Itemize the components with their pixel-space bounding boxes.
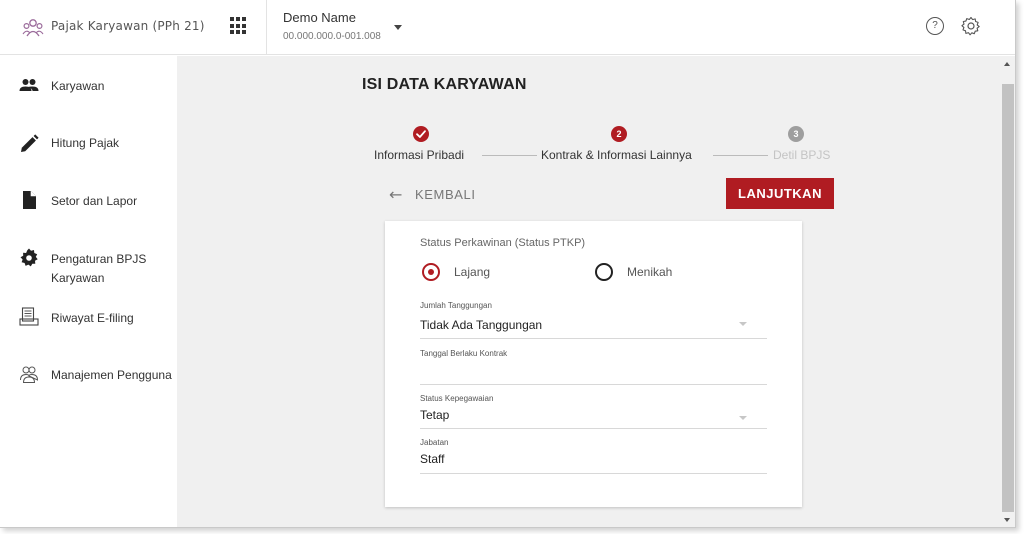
radio-label: Lajang (454, 265, 491, 279)
field-label: Tanggal Berlaku Kontrak (420, 349, 508, 358)
step-1-label[interactable]: Informasi Pribadi (374, 148, 464, 162)
jumlah-tanggungan-select[interactable]: Jumlah Tanggungan Tidak Ada Tanggungan (420, 301, 767, 339)
users-icon (20, 366, 39, 383)
step-connector (713, 155, 768, 156)
field-label: Jabatan (420, 438, 449, 447)
radio-menikah[interactable]: Menikah (595, 262, 715, 282)
status-kepegawaian-select[interactable]: Status Kepegawaian Tetap (420, 394, 767, 429)
sidebar-item-riwayat-efiling[interactable]: Riwayat E-filing (0, 306, 177, 346)
scroll-thumb[interactable] (1002, 84, 1014, 512)
field-value: Tetap (420, 408, 450, 422)
apps-grid-icon[interactable] (230, 17, 248, 35)
company-npwp: 00.000.000.0-001.008 (283, 31, 381, 42)
pencil-icon (21, 134, 39, 152)
field-value: Tidak Ada Tanggungan (420, 318, 543, 332)
app-title: Pajak Karyawan (PPh 21) (51, 19, 205, 33)
top-bar: Pajak Karyawan (PPh 21) Demo Name 00.000… (0, 0, 1015, 55)
chevron-down-icon (739, 322, 747, 326)
step-connector (482, 155, 537, 156)
radio-label: Menikah (627, 265, 673, 279)
company-dropdown-caret-icon[interactable] (394, 25, 402, 30)
sidebar-item-manajemen-pengguna[interactable]: Manajemen Pengguna (0, 364, 177, 404)
header-divider (266, 0, 267, 55)
marital-status-label: Status Perkawinan (Status PTKP) (420, 237, 586, 249)
sidebar-item-label: Pengaturan BPJS Karyawan (51, 252, 147, 285)
field-value: Staff (420, 452, 445, 466)
sidebar-item-label: Riwayat E-filing (51, 311, 134, 325)
sidebar-item-label: Setor dan Lapor (51, 194, 138, 208)
people-icon (19, 79, 39, 91)
back-label: KEMBALI (415, 187, 476, 202)
scroll-down-arrow-icon[interactable] (1004, 518, 1010, 522)
chevron-down-icon (739, 416, 747, 420)
jabatan-field[interactable]: Jabatan Staff (420, 438, 767, 474)
scroll-up-arrow-icon[interactable] (1004, 62, 1010, 66)
step-3-label[interactable]: Detil BPJS (773, 148, 830, 162)
sidebar-item-label: Karyawan (51, 79, 105, 93)
sidebar-item-karyawan[interactable]: Karyawan (0, 74, 177, 114)
step-2-label[interactable]: Kontrak & Informasi Lainnya (541, 148, 692, 162)
next-button[interactable]: LANJUTKAN (726, 178, 834, 209)
radio-selected-icon (422, 263, 440, 281)
sidebar-item-label: Manajemen Pengguna (51, 368, 172, 382)
main-content: ISI DATA KARYAWAN Informasi Pribadi 2 Ko… (177, 56, 1000, 527)
sidebar-item-pengaturan-bpjs[interactable]: Pengaturan BPJS Karyawan (0, 248, 177, 292)
settings-gear-icon[interactable] (961, 16, 981, 36)
step-3-number: 3 (788, 126, 804, 142)
tanggal-berlaku-kontrak-field[interactable]: Tanggal Berlaku Kontrak (420, 349, 767, 385)
company-name[interactable]: Demo Name (283, 10, 356, 25)
sidebar-item-hitung-pajak[interactable]: Hitung Pajak (0, 132, 177, 172)
step-1-check-icon (413, 126, 429, 142)
vertical-scrollbar[interactable] (1000, 56, 1015, 527)
field-label: Jumlah Tanggungan (420, 301, 492, 310)
document-icon (23, 191, 36, 209)
radio-unselected-icon (595, 263, 613, 281)
field-label: Status Kepegawaian (420, 394, 494, 403)
radio-lajang[interactable]: Lajang (422, 262, 522, 282)
sidebar-item-setor-lapor[interactable]: Setor dan Lapor (0, 190, 177, 230)
efiling-icon (19, 307, 39, 326)
step-2-number: 2 (611, 126, 627, 142)
arrow-left-icon: ← (389, 185, 403, 204)
form-card: Status Perkawinan (Status PTKP) Lajang M… (385, 221, 802, 507)
page-title: ISI DATA KARYAWAN (362, 76, 527, 93)
sidebar: Karyawan Hitung Pajak Setor dan Lapor Pe… (0, 56, 177, 527)
sidebar-item-label: Hitung Pajak (51, 136, 120, 150)
help-icon[interactable]: ? (926, 17, 944, 35)
gear-icon (20, 248, 38, 267)
app-window: Pajak Karyawan (PPh 21) Demo Name 00.000… (0, 0, 1016, 528)
app-logo-icon[interactable] (22, 17, 44, 37)
